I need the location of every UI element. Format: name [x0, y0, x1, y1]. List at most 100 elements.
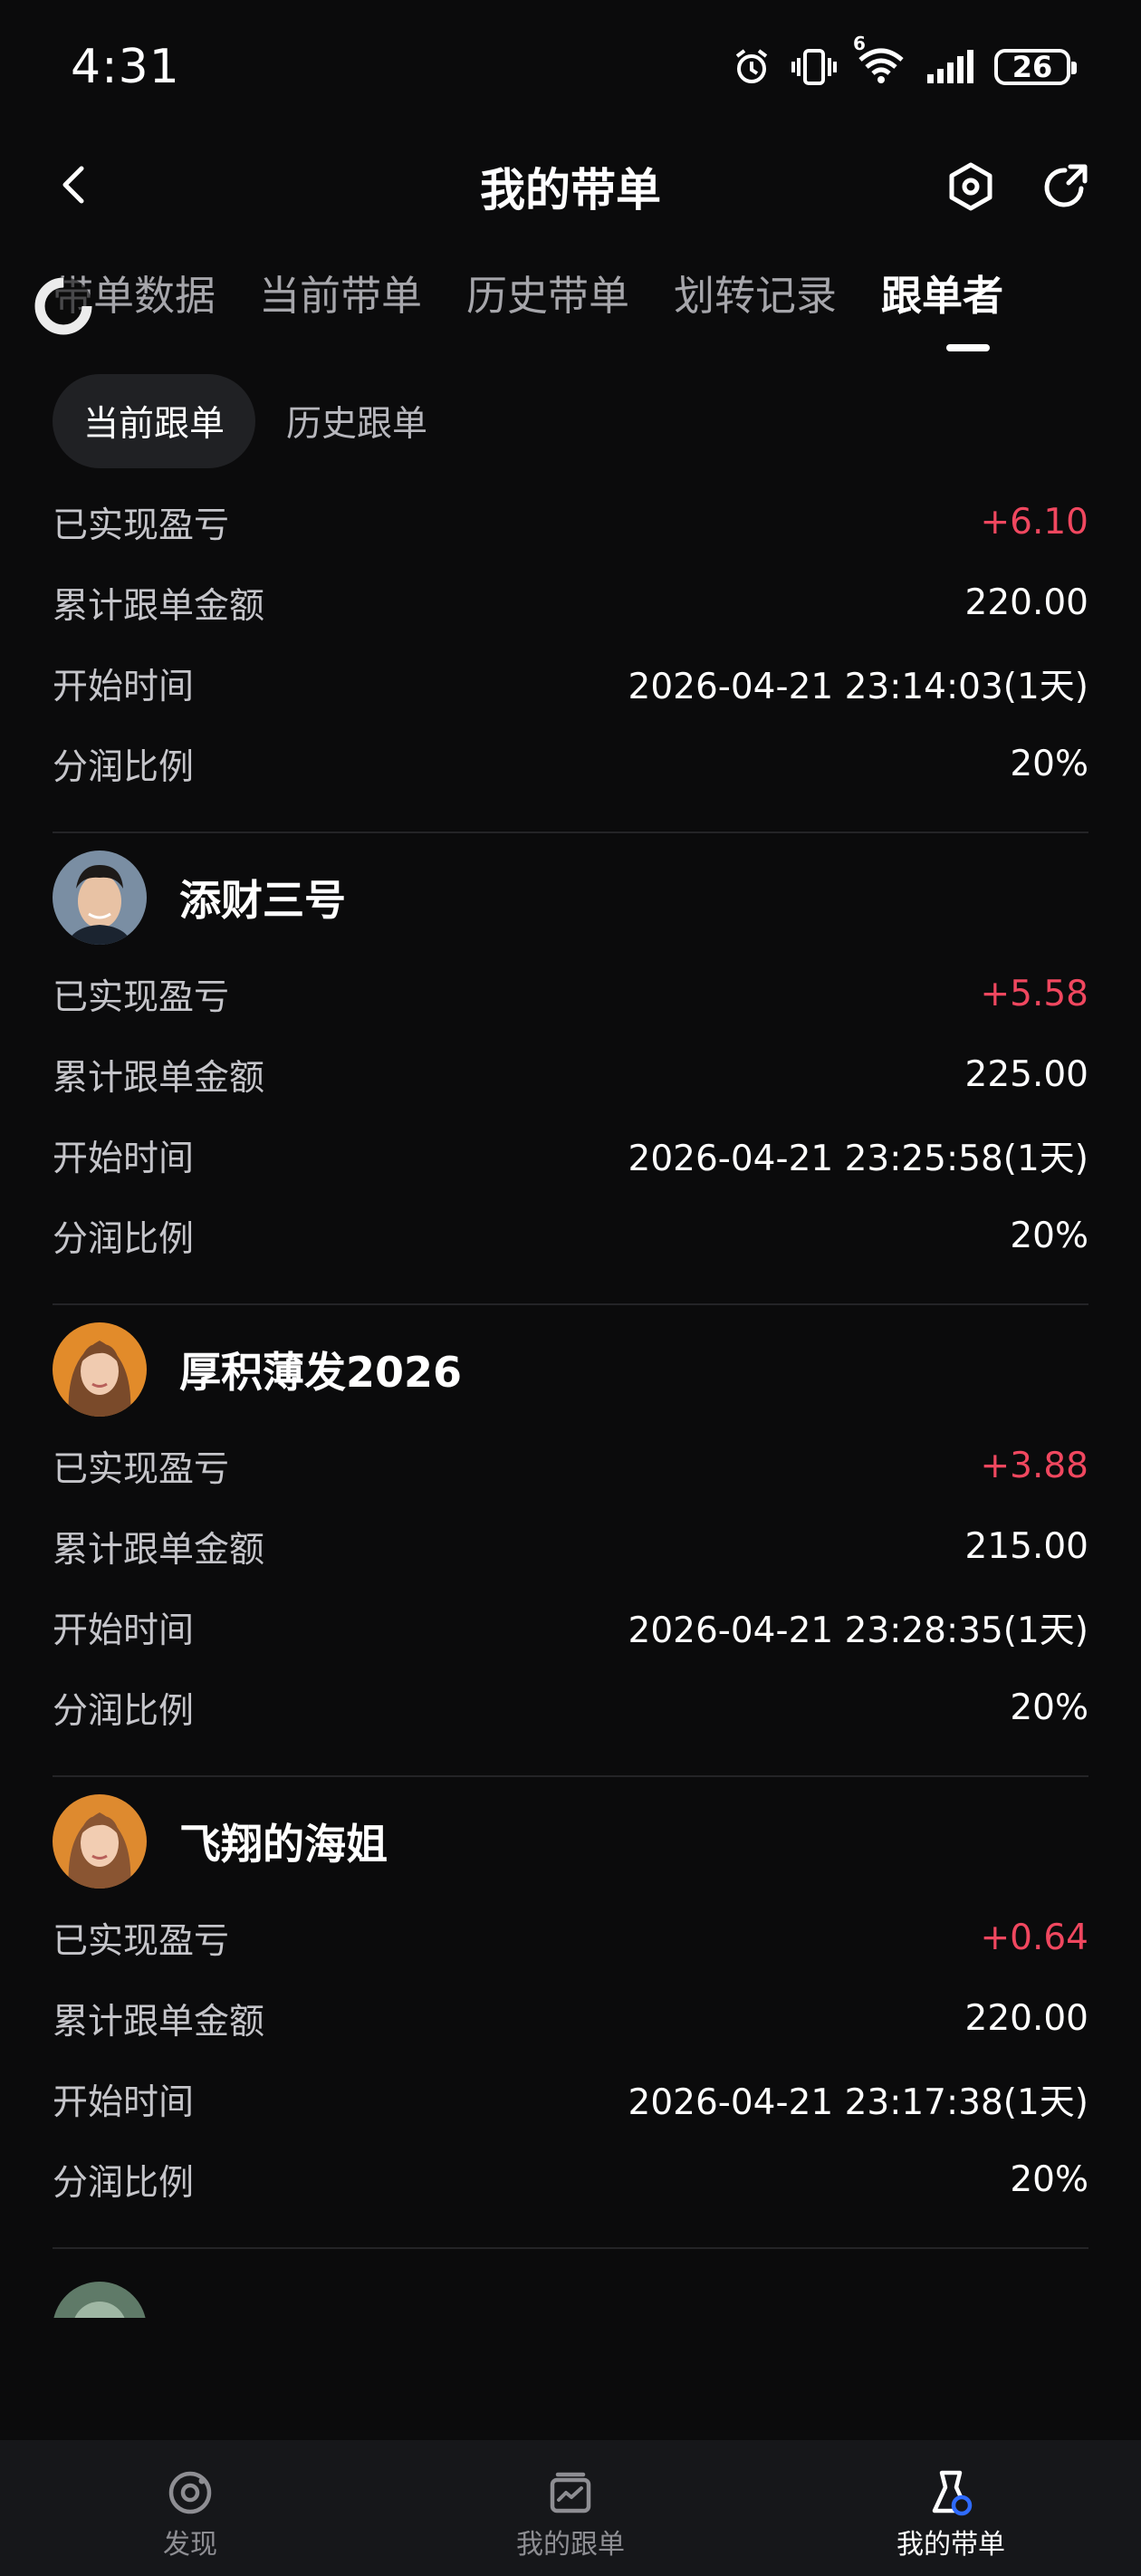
label-start: 开始时间 — [53, 2081, 195, 2123]
label-amount: 累计跟单金额 — [53, 2001, 265, 2043]
label-share: 分润比例 — [53, 1218, 195, 1260]
row-amount: 累计跟单金额 225.00 — [53, 1034, 1088, 1115]
label-share: 分润比例 — [53, 746, 195, 788]
follower-card[interactable]: 厚积薄发2026 已实现盈亏 +3.88 累计跟单金额 215.00 开始时间 202… — [53, 1312, 1088, 1777]
follower-name: 添财三号 — [179, 875, 346, 925]
active-tab-indicator — [946, 344, 990, 351]
value-start: 2026-04-21 23:25:58(1天) — [628, 1138, 1088, 1179]
row-start: 开始时间 2026-04-21 23:14:03(1天) — [53, 643, 1088, 724]
label-start: 开始时间 — [53, 1610, 195, 1651]
subtab-history-follow[interactable]: 历史跟单 — [255, 374, 458, 468]
follower-header: 厚积薄发2026 — [53, 1312, 1088, 1426]
follower-card-partial[interactable] — [53, 2282, 1088, 2318]
row-amount: 累计跟单金额 220.00 — [53, 562, 1088, 643]
value-amount: 215.00 — [964, 1526, 1088, 1567]
follower-card[interactable]: 已实现盈亏 +6.10 累计跟单金额 220.00 开始时间 2026-04-21 2… — [53, 482, 1088, 833]
network-type-label: 6 — [853, 33, 866, 54]
tab-history-lead[interactable]: 历史带单 — [466, 263, 629, 322]
share-icon[interactable] — [1036, 158, 1094, 216]
nav-discover[interactable]: 发现 — [54, 2467, 326, 2562]
follower-list: 已实现盈亏 +6.10 累计跟单金额 220.00 开始时间 2026-04-21 2… — [53, 482, 1088, 2318]
row-share: 分润比例 20% — [53, 1196, 1088, 1276]
avatar — [53, 1322, 147, 1417]
tab-current-lead[interactable]: 当前带单 — [259, 263, 422, 322]
row-start: 开始时间 2026-04-21 23:17:38(1天) — [53, 2059, 1088, 2139]
sub-tabs: 当前跟单 历史跟单 — [53, 374, 458, 468]
divider — [53, 2247, 1088, 2249]
value-amount: 225.00 — [964, 1054, 1088, 1095]
follower-header: 添财三号 — [53, 841, 1088, 954]
value-share: 20% — [1010, 744, 1088, 784]
row-start: 开始时间 2026-04-21 23:25:58(1天) — [53, 1115, 1088, 1196]
battery-level: 26 — [1012, 50, 1053, 84]
label-share: 分润比例 — [53, 2162, 195, 2204]
value-share: 20% — [1010, 1687, 1088, 1728]
label-amount: 累计跟单金额 — [53, 1529, 265, 1571]
value-amount: 220.00 — [964, 582, 1088, 623]
discover-icon — [168, 2471, 212, 2514]
tab-followers[interactable]: 跟单者 — [881, 263, 1003, 322]
row-amount: 累计跟单金额 215.00 — [53, 1506, 1088, 1587]
copy-trade-icon — [550, 2472, 591, 2514]
avatar — [53, 850, 147, 945]
row-start: 开始时间 2026-04-21 23:28:35(1天) — [53, 1587, 1088, 1668]
follower-name: 飞翔的海姐 — [179, 1819, 388, 1869]
row-share: 分润比例 20% — [53, 724, 1088, 804]
battery-indicator: 26 — [994, 49, 1077, 85]
value-start: 2026-04-21 23:28:35(1天) — [628, 1610, 1088, 1651]
follower-name: 厚积薄发2026 — [179, 1347, 463, 1397]
follower-card[interactable]: 飞翔的海姐 已实现盈亏 +0.64 累计跟单金额 220.00 开始时间 2026-0… — [53, 1784, 1088, 2249]
label-amount: 累计跟单金额 — [53, 1057, 265, 1099]
label-amount: 累计跟单金额 — [53, 585, 265, 627]
value-pnl: +0.64 — [980, 1918, 1088, 1958]
value-pnl: +5.58 — [980, 974, 1088, 1014]
bottom-nav: 发现 我的跟单 我的带单 — [0, 2440, 1141, 2576]
divider — [53, 1303, 1088, 1305]
label-pnl: 已实现盈亏 — [53, 976, 230, 1018]
value-share: 20% — [1010, 2159, 1088, 2200]
lead-trade-icon — [932, 2470, 973, 2516]
value-amount: 220.00 — [964, 1998, 1088, 2039]
wifi-indicator: 6 — [853, 33, 906, 89]
header-bar: 我的带单 — [0, 136, 1141, 235]
alarm-icon — [735, 49, 768, 83]
value-pnl: +3.88 — [980, 1446, 1088, 1486]
label-start: 开始时间 — [53, 1138, 195, 1179]
row-pnl: 已实现盈亏 +6.10 — [53, 482, 1088, 562]
avatar — [53, 1793, 147, 1889]
status-bar: 4:31 6 26 — [0, 0, 1141, 136]
status-icons: 6 26 — [732, 33, 1077, 89]
label-pnl: 已实现盈亏 — [53, 1920, 230, 1962]
row-pnl: 已实现盈亏 +3.88 — [53, 1426, 1088, 1506]
vibrate-icon — [791, 49, 837, 85]
value-start: 2026-04-21 23:14:03(1天) — [628, 666, 1088, 707]
subtab-current-follow[interactable]: 当前跟单 — [53, 374, 256, 468]
nav-my-lead-label: 我的带单 — [896, 2529, 1005, 2561]
divider — [53, 1775, 1088, 1777]
row-amount: 累计跟单金额 220.00 — [53, 1978, 1088, 2059]
nav-my-follow-label: 我的跟单 — [516, 2529, 625, 2561]
signal-icon — [927, 50, 973, 83]
tab-transfer-records[interactable]: 划转记录 — [674, 263, 837, 322]
nav-my-follow[interactable]: 我的跟单 — [435, 2467, 706, 2562]
row-pnl: 已实现盈亏 +5.58 — [53, 954, 1088, 1034]
follower-card[interactable]: 添财三号 已实现盈亏 +5.58 累计跟单金额 225.00 开始时间 2026-04… — [53, 841, 1088, 1305]
row-pnl: 已实现盈亏 +0.64 — [53, 1898, 1088, 1978]
value-pnl: +6.10 — [980, 502, 1088, 543]
label-pnl: 已实现盈亏 — [53, 505, 230, 546]
follower-header: 飞翔的海姐 — [53, 1784, 1088, 1898]
row-share: 分润比例 20% — [53, 1668, 1088, 1748]
label-start: 开始时间 — [53, 666, 195, 707]
hexagon-settings-icon[interactable] — [942, 158, 1000, 216]
status-time: 4:31 — [71, 40, 180, 94]
loading-spinner-icon — [34, 277, 92, 335]
value-start: 2026-04-21 23:17:38(1天) — [628, 2081, 1088, 2123]
nav-discover-label: 发现 — [163, 2529, 217, 2561]
row-share: 分润比例 20% — [53, 2139, 1088, 2220]
divider — [53, 831, 1088, 833]
label-pnl: 已实现盈亏 — [53, 1448, 230, 1490]
avatar — [53, 2282, 147, 2318]
nav-my-lead[interactable]: 我的带单 — [815, 2467, 1087, 2562]
value-share: 20% — [1010, 1216, 1088, 1256]
label-share: 分润比例 — [53, 1690, 195, 1732]
